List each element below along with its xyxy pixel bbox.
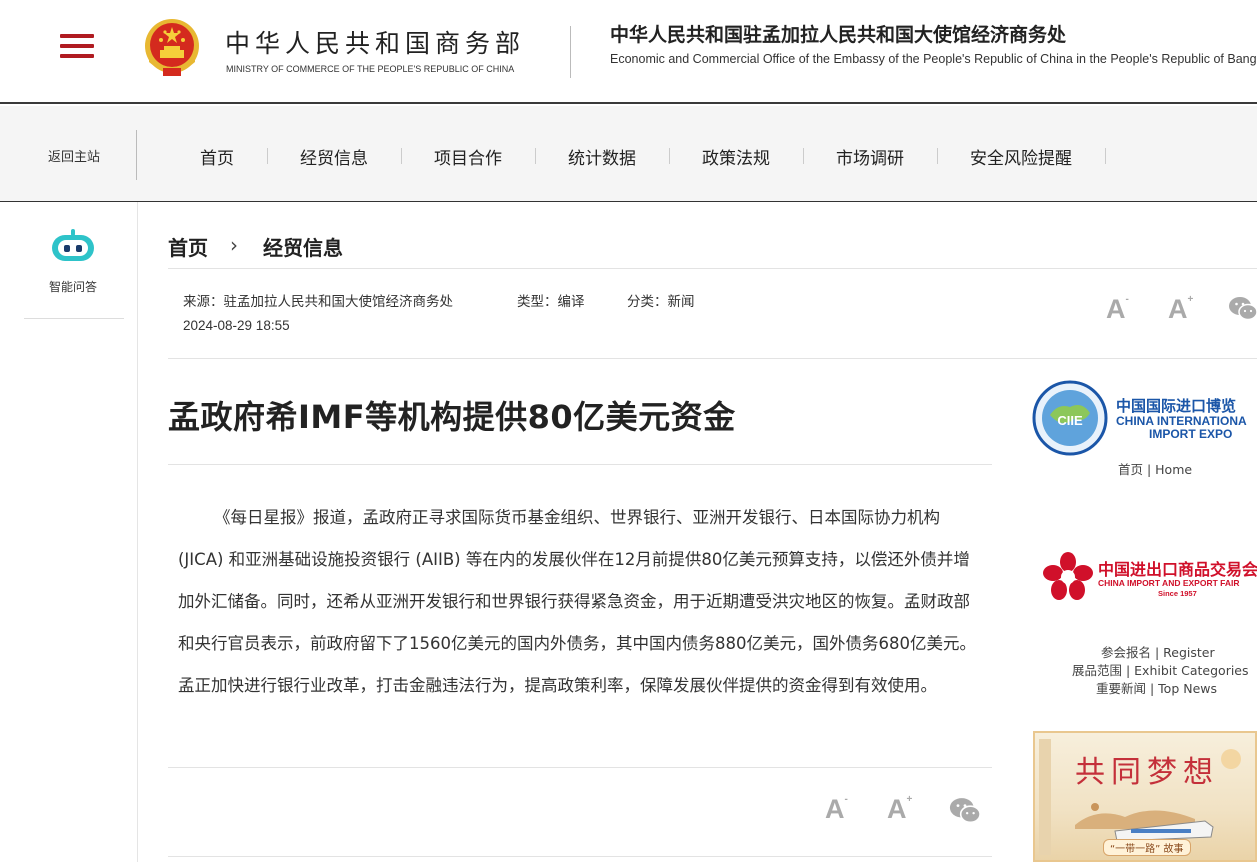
article-title: 孟政府希IMF等机构提供80亿美元资金	[168, 398, 736, 436]
nav-separator	[937, 148, 938, 164]
chevron-right-icon: ›	[230, 233, 238, 257]
nav-item-trade-info[interactable]: 经贸信息	[300, 144, 368, 169]
office-name-en: Economic and Commercial Office of the Em…	[610, 52, 1257, 66]
font-increase-letter: A	[887, 794, 907, 824]
ciie-home-link[interactable]: 首页 | Home	[1118, 459, 1192, 478]
meta-divider	[168, 358, 1257, 359]
font-increase-sign: +	[1187, 294, 1194, 305]
sidebar-divider	[137, 202, 138, 862]
nav-separator	[535, 148, 536, 164]
canton-fair-since: Since 1957	[1158, 589, 1197, 598]
font-decrease-button-bottom[interactable]: A-	[825, 794, 848, 825]
font-increase-button-bottom[interactable]: A+	[887, 794, 912, 825]
site-header: 中华人民共和国商务部 MINISTRY OF COMMERCE OF THE P…	[0, 0, 1257, 104]
sidebar-line	[24, 318, 124, 319]
wechat-share-icon-bottom[interactable]	[949, 797, 981, 825]
canton-fair-flower-icon[interactable]	[1043, 552, 1093, 600]
ciie-name-en-line1: CHINA INTERNATIONA	[1116, 414, 1247, 428]
national-emblem-icon[interactable]	[141, 16, 203, 80]
canton-top-news-link[interactable]: 重要新闻 | Top News	[1096, 678, 1217, 697]
canton-fair-name-cn[interactable]: 中国进出口商品交易会	[1098, 556, 1257, 580]
nav-item-policies[interactable]: 政策法规	[702, 144, 770, 169]
nav-item-market-research[interactable]: 市场调研	[836, 144, 904, 169]
font-increase-letter: A	[1168, 294, 1188, 324]
ministry-name-cn[interactable]: 中华人民共和国商务部	[225, 24, 525, 60]
nav-separator	[267, 148, 268, 164]
common-dream-banner[interactable]: 共同梦想 “一带一路” 故事	[1033, 731, 1257, 862]
article-source: 来源：驻孟加拉人民共和国大使馆经济商务处	[183, 294, 453, 310]
ciie-name-en-line2: IMPORT EXPO	[1149, 427, 1233, 441]
article-date: 2024-08-29 18:55	[183, 318, 290, 333]
canton-exhibit-categories-link[interactable]: 展品范围 | Exhibit Categories	[1072, 660, 1249, 679]
smart-qa-label[interactable]: 智能问答	[49, 278, 97, 295]
article-category: 分类：新闻	[627, 294, 695, 310]
breadcrumb-home[interactable]: 首页	[168, 232, 208, 261]
nav-separator	[401, 148, 402, 164]
nav-separator	[1105, 148, 1106, 164]
back-to-main-site-link[interactable]: 返回主站	[48, 146, 100, 165]
ciie-name-cn: 中国国际进口博览	[1116, 397, 1237, 415]
ministry-name-en[interactable]: MINISTRY OF COMMERCE OF THE PEOPLE'S REP…	[226, 64, 514, 74]
footer-divider	[168, 856, 992, 857]
ciie-globe-icon: CIIE	[1032, 380, 1108, 456]
font-increase-sign: +	[906, 794, 913, 805]
nav-divider	[136, 130, 137, 180]
main-nav: 返回主站 首页 经贸信息 项目合作 统计数据 政策法规 市场调研 安全风险提醒	[0, 106, 1257, 202]
office-name-cn: 中华人民共和国驻孟加拉人民共和国大使馆经济商务处	[610, 24, 1067, 46]
font-decrease-button[interactable]: A-	[1106, 294, 1129, 325]
robot-assistant-icon[interactable]	[50, 229, 96, 263]
header-divider	[570, 26, 571, 78]
article-type: 类型：编译	[517, 294, 585, 310]
ciie-logo-text: CIIE	[1057, 413, 1083, 428]
breadcrumb-current[interactable]: 经贸信息	[263, 232, 343, 261]
wechat-share-icon[interactable]	[1229, 296, 1257, 322]
nav-separator	[803, 148, 804, 164]
article-body: 《每日星报》报道，孟政府正寻求国际货币基金组织、世界银行、亚洲开发银行、日本国际…	[178, 497, 978, 707]
canton-register-link[interactable]: 参会报名 | Register	[1101, 642, 1215, 661]
font-decrease-sign: -	[1125, 294, 1129, 305]
font-increase-button[interactable]: A+	[1168, 294, 1193, 325]
canton-fair-name-en: CHINA IMPORT AND EXPORT FAIR	[1098, 578, 1240, 588]
nav-separator	[669, 148, 670, 164]
nav-item-safety-alerts[interactable]: 安全风险提醒	[970, 144, 1072, 169]
nav-item-statistics[interactable]: 统计数据	[568, 144, 636, 169]
body-divider	[168, 767, 992, 768]
title-divider	[168, 464, 992, 465]
article-paragraph: 《每日星报》报道，孟政府正寻求国际货币基金组织、世界银行、亚洲开发银行、日本国际…	[178, 508, 976, 695]
hamburger-menu-icon[interactable]	[60, 34, 94, 60]
nav-item-home[interactable]: 首页	[200, 144, 234, 169]
breadcrumb-divider	[168, 268, 1257, 269]
dream-banner-subtitle: “一带一路” 故事	[1103, 839, 1191, 856]
nav-item-projects[interactable]: 项目合作	[434, 144, 502, 169]
font-decrease-letter: A	[825, 794, 845, 824]
font-decrease-letter: A	[1106, 294, 1126, 324]
font-decrease-sign: -	[844, 794, 848, 805]
